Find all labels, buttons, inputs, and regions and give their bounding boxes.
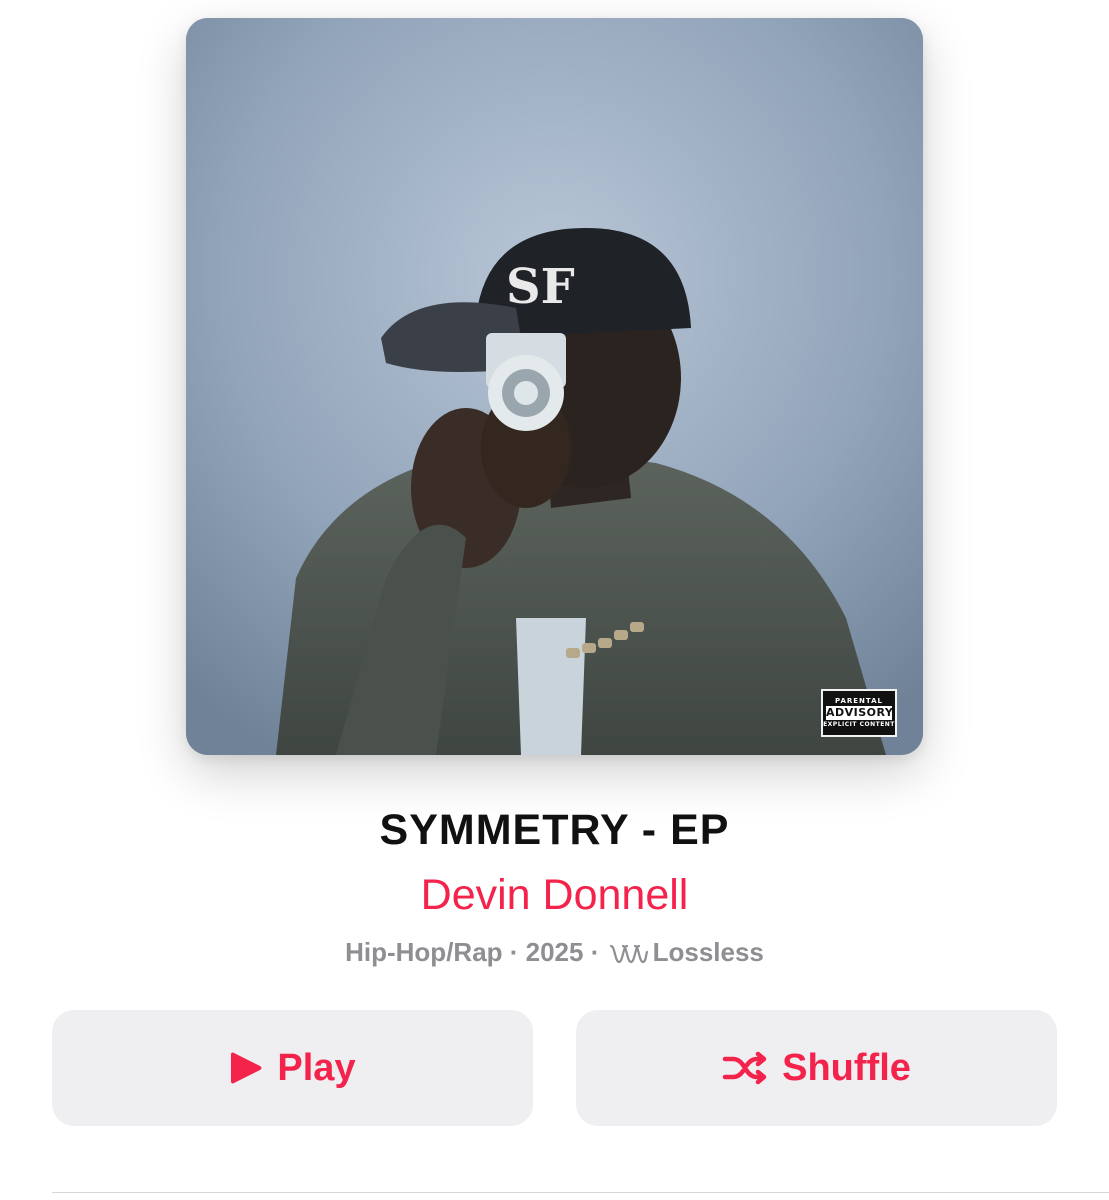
- advisory-bottom-text: EXPLICIT CONTENT: [823, 721, 895, 728]
- svg-text:SF: SF: [506, 259, 575, 315]
- advisory-middle-text: ADVISORY: [826, 706, 894, 720]
- quality-text: Lossless: [652, 937, 764, 967]
- advisory-top-text: PARENTAL: [834, 697, 884, 705]
- shuffle-label: Shuffle: [782, 1046, 911, 1089]
- play-button[interactable]: Play: [52, 1010, 533, 1126]
- section-divider: [52, 1192, 1109, 1193]
- parental-advisory-label: PARENTAL ADVISORY EXPLICIT CONTENT: [821, 689, 897, 737]
- meta-separator: ·: [502, 937, 526, 967]
- album-metadata: Hip-Hop/Rap · 2025 · Lossless: [0, 932, 1109, 977]
- lossless-waveform-icon: [609, 937, 649, 977]
- artist-link[interactable]: Devin Donnell: [0, 865, 1109, 925]
- play-icon: [229, 1050, 263, 1086]
- shuffle-icon: [722, 1051, 768, 1085]
- album-artwork[interactable]: SF PARENTAL ADVISORY EXPLICIT CONTENT: [186, 18, 923, 755]
- meta-separator: ·: [583, 937, 607, 967]
- album-cover-image: SF: [186, 18, 923, 755]
- year-text: 2025: [525, 937, 584, 967]
- album-title: SYMMETRY - EP: [379, 806, 730, 854]
- shuffle-button[interactable]: Shuffle: [576, 1010, 1057, 1126]
- genre-text: Hip-Hop/Rap: [345, 937, 503, 967]
- play-label: Play: [277, 1046, 356, 1089]
- album-page: SF PARENTAL ADVISORY EXPLICIT CONTENT SY…: [0, 0, 1109, 1200]
